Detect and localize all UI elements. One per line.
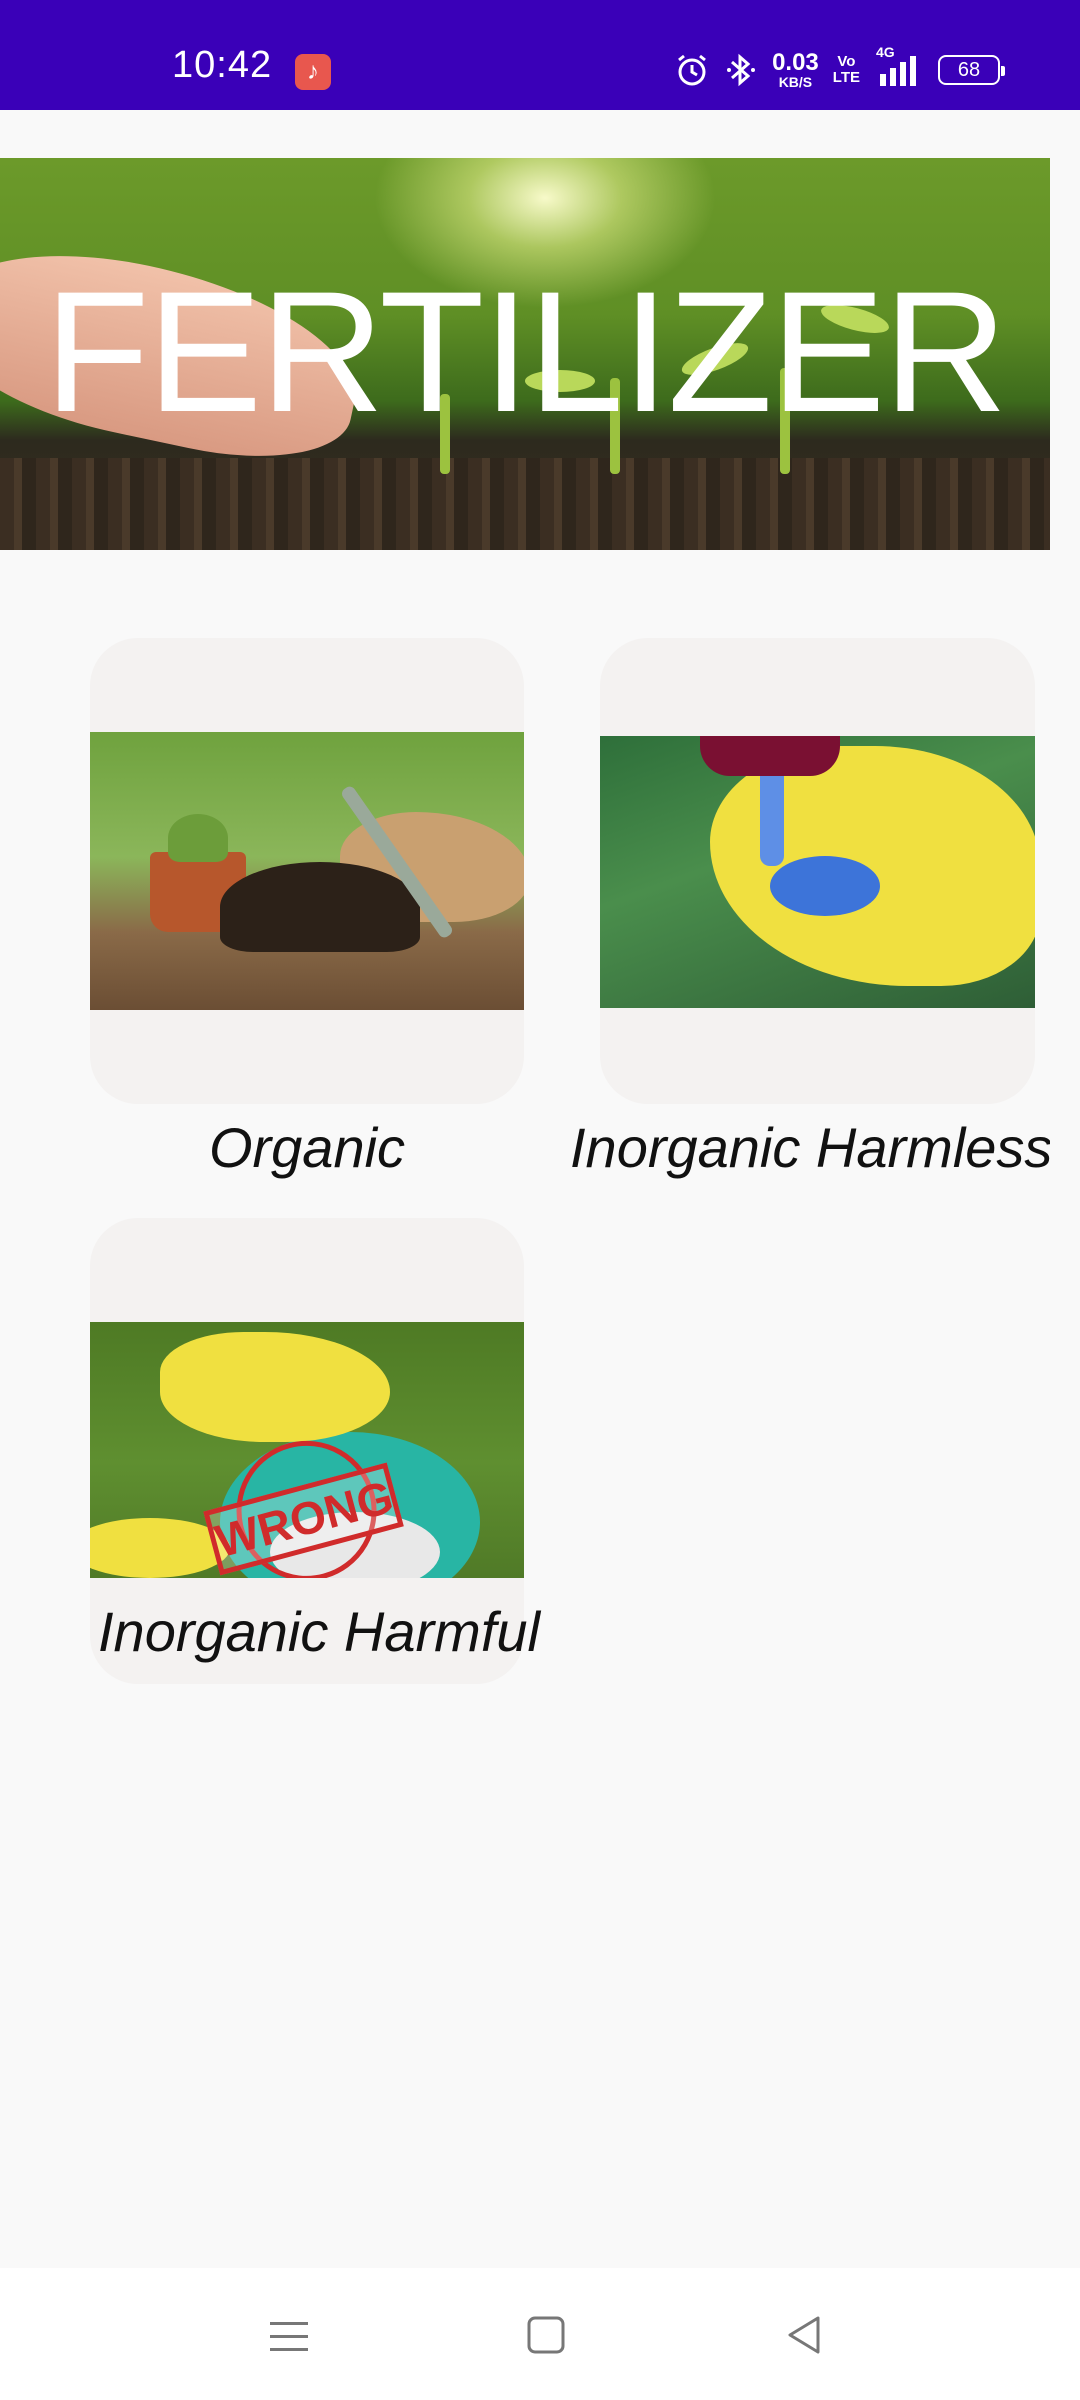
compost-soil-image (220, 862, 420, 952)
alarm-icon (678, 54, 706, 86)
network-speed-value: 0.03 (772, 49, 819, 76)
soil-image (0, 458, 1050, 550)
category-label-inorganic-harmless[interactable]: Inorganic Harmless (570, 1120, 1050, 1176)
category-card-inorganic-harmless[interactable] (600, 638, 1035, 1104)
status-icons: 0.03 KB/S Vo LTE 4G 68 (674, 44, 1005, 92)
menu-icon[interactable] (258, 2308, 318, 2364)
cell-signal-icon: 4G (874, 44, 924, 90)
category-card-organic[interactable] (90, 638, 524, 1104)
yellow-glove-image (710, 746, 1035, 986)
status-time: 10:42 (172, 44, 273, 86)
music-app-icon: ♪ (295, 54, 331, 90)
category-label-inorganic-harmful[interactable]: Inorganic Harmful (98, 1604, 540, 1660)
succulent-image (168, 814, 228, 862)
network-speed-unit: KB/S (778, 74, 813, 90)
yellow-glove-image (160, 1332, 390, 1442)
status-bar: 10:42 ♪ 0.03 KB/S Vo LTE 4G 68 (0, 0, 1080, 110)
volte-bottom: LTE (832, 69, 860, 86)
volte-top: Vo (837, 53, 856, 71)
back-icon[interactable] (774, 2308, 834, 2364)
category-card-inorganic-harmful[interactable]: WRONG Inorganic Harmful (90, 1218, 540, 1684)
bluetooth-icon (727, 53, 756, 87)
battery-icon: 68 (938, 55, 1005, 85)
banner-title: FERTILIZER (44, 256, 1007, 448)
fertilizer-banner: FERTILIZER (0, 158, 1050, 550)
category-label-clip: Inorganic Harmless (560, 1110, 1050, 1190)
organic-fertilizer-image (90, 732, 524, 1010)
battery-level: 68 (957, 59, 981, 81)
home-icon[interactable] (516, 2308, 576, 2364)
fertilizer-bag-image (700, 736, 840, 776)
volte-indicator: Vo LTE (833, 54, 860, 86)
network-speed: 0.03 KB/S (772, 49, 819, 90)
category-label-organic[interactable]: Organic (90, 1120, 524, 1176)
navigation-bar (0, 2268, 1080, 2400)
blue-granules-image (770, 856, 880, 916)
inorganic-harmless-image (600, 736, 1035, 1008)
inorganic-harmful-image: WRONG (90, 1322, 524, 1578)
